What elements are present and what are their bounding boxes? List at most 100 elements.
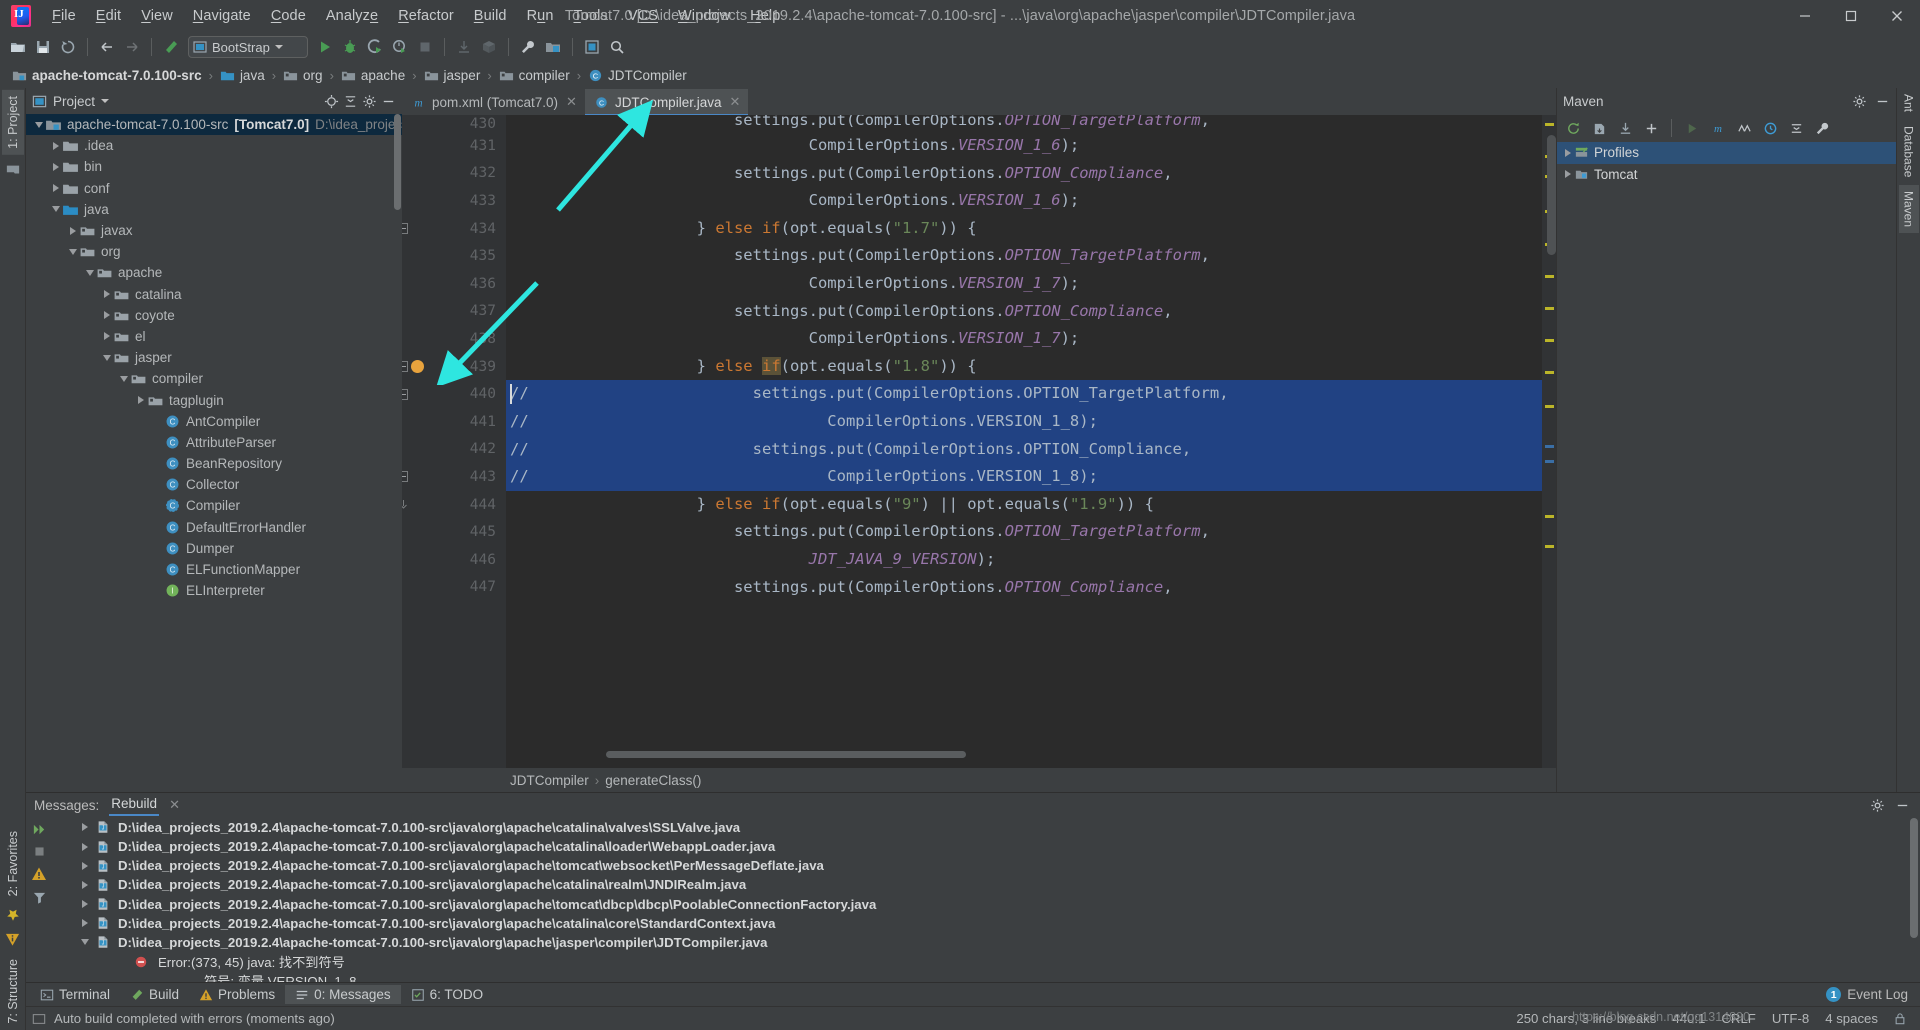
chevron-right-icon[interactable]: [49, 135, 62, 156]
error-stripe-mark[interactable]: [1545, 405, 1554, 408]
code-line[interactable]: CompilerOptions.VERSION_1_6);: [506, 187, 1542, 215]
code-line[interactable]: JDT_JAVA_9_VERSION);: [506, 546, 1542, 574]
project-tree-item[interactable]: I ELInterpreter: [26, 580, 402, 601]
build-hammer-icon[interactable]: [159, 35, 183, 59]
code-line[interactable]: CompilerOptions.VERSION_1_7);: [506, 270, 1542, 298]
debug-icon[interactable]: [338, 35, 362, 59]
menu-bar[interactable]: File Edit View Navigate Code Analyze Ref…: [42, 0, 790, 32]
editor-vertical-scrollbar[interactable]: [1547, 135, 1556, 255]
editor-body[interactable]: 430 431 432 433 434 435 436 437 438 439 440 441 442 4…: [402, 115, 1556, 768]
chevron-down-icon[interactable]: [32, 114, 45, 135]
editor-gutter[interactable]: 430 431 432 433 434 435 436 437 438 439 440 441 442 4…: [402, 115, 506, 768]
chevron-down-icon[interactable]: [49, 199, 62, 220]
chevron-right-icon[interactable]: [100, 305, 113, 326]
project-tree-item[interactable]: .idea: [26, 135, 402, 156]
chevron-right-icon[interactable]: [49, 178, 62, 199]
code-content[interactable]: settings.put(CompilerOptions.OPTION_Targ…: [506, 115, 1542, 768]
maven-m-icon[interactable]: m: [1706, 116, 1730, 140]
editor-tab-bar[interactable]: m pom.xml (Tomcat7.0) ✕ C JDTCompiler.java ✕: [402, 88, 1556, 116]
hide-icon[interactable]: [381, 94, 396, 109]
error-stripe-mark[interactable]: [1545, 445, 1554, 448]
project-tree-item[interactable]: javax: [26, 220, 402, 241]
error-stripe-mark[interactable]: [1545, 339, 1554, 342]
sidebar-item-ant[interactable]: Ant: [1899, 88, 1919, 118]
run-configuration-selector[interactable]: BootStrap: [188, 36, 308, 58]
project-panel-actions[interactable]: [324, 94, 396, 109]
error-stripe-mark[interactable]: [1545, 460, 1554, 463]
project-tree-item[interactable]: catalina: [26, 284, 402, 305]
code-line[interactable]: settings.put(CompilerOptions.OPTION_Comp…: [506, 160, 1542, 188]
commit-icon[interactable]: [477, 35, 501, 59]
gear-icon[interactable]: [362, 94, 377, 109]
chevron-right-icon[interactable]: [100, 284, 113, 305]
status-indent[interactable]: 4 spaces: [1825, 1011, 1878, 1026]
message-row[interactable]: J D:\idea_projects_2019.2.4\apache-tomcat…: [78, 837, 1920, 856]
close-icon[interactable]: ✕: [729, 94, 740, 110]
project-tree-item[interactable]: C Compiler: [26, 495, 402, 516]
breadcrumb-item-java[interactable]: java: [216, 67, 269, 84]
chevron-down-icon[interactable]: [274, 45, 283, 49]
main-toolbar[interactable]: BootStrap: [0, 32, 1920, 62]
locate-icon[interactable]: [324, 94, 339, 109]
sidebar-item-structure[interactable]: 7: Structure: [2, 953, 24, 1030]
error-stripe-mark[interactable]: [1545, 307, 1554, 310]
chevron-right-icon[interactable]: [100, 326, 113, 347]
back-icon[interactable]: [95, 35, 119, 59]
editor-breadcrumb[interactable]: JDTCompiler › generateClass(): [402, 768, 1556, 792]
messages-side-toolbar[interactable]: [26, 818, 52, 982]
breadcrumb-item-org[interactable]: org: [279, 67, 327, 84]
code-line[interactable]: settings.put(CompilerOptions.OPTION_Comp…: [506, 298, 1542, 326]
project-tree-item[interactable]: conf: [26, 178, 402, 199]
execute-goal-icon[interactable]: [1758, 116, 1782, 140]
breadcrumb-item-module[interactable]: apache-tomcat-7.0.100-src: [8, 67, 206, 84]
close-icon[interactable]: ✕: [566, 94, 577, 110]
breadcrumb-item-compiler[interactable]: compiler: [495, 67, 574, 84]
messages-scrollbar[interactable]: [1910, 817, 1918, 938]
tool-window-messages[interactable]: 0: Messages: [285, 985, 401, 1004]
project-tree-item[interactable]: java: [26, 199, 402, 220]
open-folder-icon[interactable]: [6, 35, 30, 59]
chevron-down-icon[interactable]: [117, 368, 130, 389]
code-line[interactable]: settings.put(CompilerOptions.OPTION_Targ…: [506, 115, 1542, 132]
download-sources-icon[interactable]: [1613, 116, 1637, 140]
maven-tree-item[interactable]: Tomcat: [1557, 164, 1896, 186]
chevron-down-icon[interactable]: [66, 241, 79, 262]
fold-marker-icon[interactable]: [402, 361, 408, 373]
project-tree-item[interactable]: el: [26, 326, 402, 347]
menu-build[interactable]: Build: [464, 4, 517, 28]
collapse-all-icon[interactable]: [343, 94, 358, 109]
project-tree-item[interactable]: C DefaultErrorHandler: [26, 517, 402, 538]
message-row[interactable]: J D:\idea_projects_2019.2.4\apache-tomcat…: [78, 933, 1920, 952]
maven-tree[interactable]: Profiles Tomcat: [1557, 142, 1896, 185]
project-tree-item[interactable]: compiler: [26, 368, 402, 389]
menu-help[interactable]: Help: [740, 4, 790, 28]
project-tree-item[interactable]: apache-tomcat-7.0.100-src [Tomcat7.0] D:\i…: [26, 114, 402, 136]
breadcrumb-item-jasper[interactable]: jasper: [420, 67, 485, 84]
skip-tests-icon[interactable]: [1732, 116, 1756, 140]
sidebar-item-favorites[interactable]: 2: Favorites: [2, 825, 24, 902]
minimize-button[interactable]: [1782, 0, 1828, 32]
save-all-icon[interactable]: [31, 35, 55, 59]
project-tree-item[interactable]: C Dumper: [26, 538, 402, 559]
project-tree-item[interactable]: apache: [26, 262, 402, 283]
code-line[interactable]: // CompilerOptions.VERSION_1_8);: [506, 407, 1542, 436]
chevron-down-icon[interactable]: [101, 99, 110, 103]
sync-icon[interactable]: [56, 35, 80, 59]
project-tree-item[interactable]: C BeanRepository: [26, 453, 402, 474]
chevron-right-icon[interactable]: [1561, 142, 1574, 163]
project-tree-item[interactable]: C ELFunctionMapper: [26, 559, 402, 580]
maven-panel-actions[interactable]: [1852, 94, 1890, 109]
fold-marker-icon[interactable]: [402, 388, 408, 400]
fold-marker-icon[interactable]: [402, 499, 408, 510]
update-project-icon[interactable]: [452, 35, 476, 59]
error-stripe-mark[interactable]: [1545, 123, 1554, 126]
error-stripe-mark[interactable]: [1545, 545, 1554, 548]
messages-actions[interactable]: [1870, 798, 1920, 813]
chevron-right-icon[interactable]: [49, 156, 62, 177]
close-icon[interactable]: ✕: [169, 797, 180, 813]
gear-icon[interactable]: [1870, 798, 1885, 813]
code-line[interactable]: } else if(opt.equals("1.8")) {: [506, 353, 1542, 381]
tool-window-build[interactable]: Build: [120, 985, 189, 1004]
messages-tab-rebuild[interactable]: Rebuild: [109, 794, 160, 817]
project-tree-item[interactable]: jasper: [26, 347, 402, 368]
